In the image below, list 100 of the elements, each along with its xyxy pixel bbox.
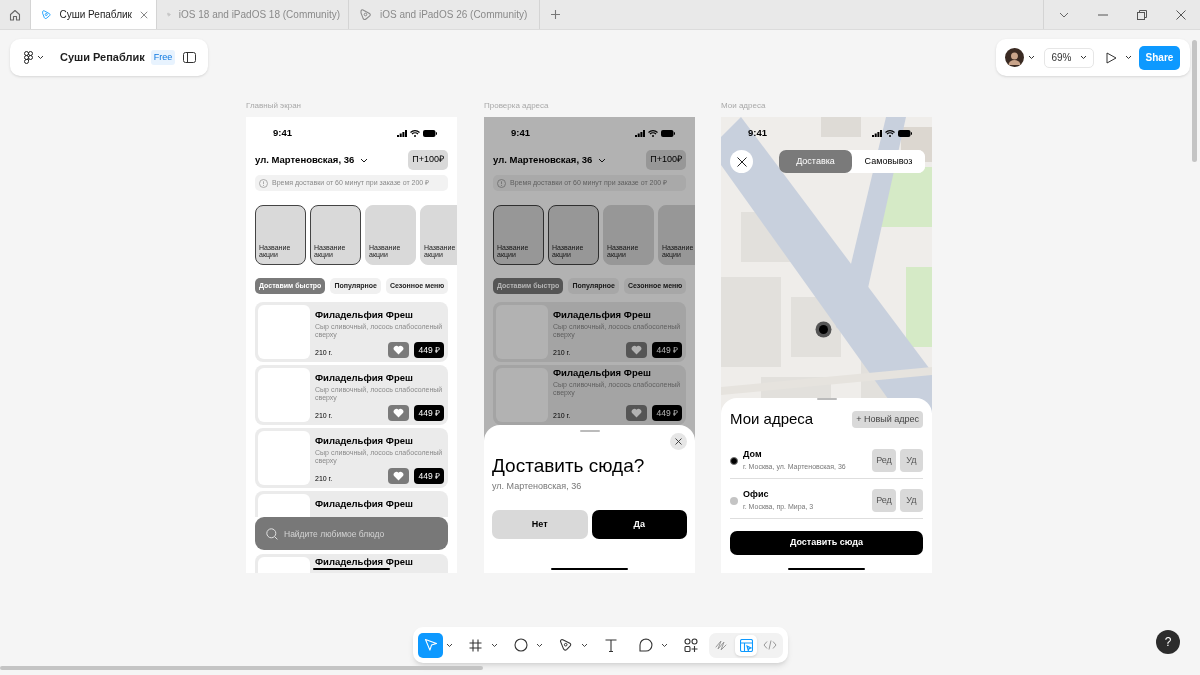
code-icon bbox=[763, 640, 777, 650]
scrollbar[interactable] bbox=[1192, 40, 1197, 162]
chevron-down-icon[interactable] bbox=[1125, 55, 1132, 60]
ellipse-icon bbox=[513, 638, 528, 652]
frame-icon bbox=[469, 638, 482, 652]
plus-icon[interactable] bbox=[549, 9, 561, 20]
chevron-down-icon[interactable] bbox=[491, 642, 498, 648]
sheet-handle[interactable] bbox=[816, 398, 837, 400]
bonus-button[interactable]: П+100₽ bbox=[408, 150, 448, 170]
chevron-down-icon[interactable] bbox=[581, 642, 588, 648]
close-icon[interactable] bbox=[1175, 9, 1186, 20]
new-address-button[interactable]: + Новый адрес bbox=[852, 410, 923, 428]
status-time: 9:41 bbox=[273, 126, 292, 141]
close-icon bbox=[675, 438, 682, 445]
price-button[interactable]: 449 ₽ bbox=[414, 468, 444, 484]
tab-title: iOS 18 and iPadOS 18 (Community) bbox=[178, 8, 340, 22]
product-title: Филадельфия Фреш bbox=[315, 436, 414, 447]
price-button[interactable]: 449 ₽ bbox=[652, 342, 682, 358]
avatar[interactable] bbox=[1005, 48, 1024, 67]
chevron-down-icon[interactable] bbox=[37, 55, 44, 60]
delete-button[interactable]: Уд bbox=[900, 449, 923, 472]
edit-button[interactable]: Ред bbox=[872, 449, 896, 472]
favorite-button[interactable] bbox=[626, 405, 648, 421]
info-icon bbox=[497, 178, 506, 188]
tab-title: iOS and iPadOS 26 (Community) bbox=[380, 8, 529, 22]
radio-button[interactable] bbox=[730, 496, 738, 505]
chevron-down-icon[interactable] bbox=[1079, 55, 1087, 60]
bonus-button[interactable]: П+100₽ bbox=[646, 150, 686, 170]
draw-icon bbox=[715, 639, 729, 651]
image-placeholder bbox=[258, 494, 310, 517]
wifi-icon bbox=[885, 130, 895, 137]
favorite-button[interactable] bbox=[626, 342, 648, 358]
browser-tab[interactable]: Суши Репаблик bbox=[31, 0, 157, 29]
heart-icon bbox=[393, 471, 405, 481]
signal-icon bbox=[635, 130, 645, 137]
address-name: Дом bbox=[743, 448, 763, 460]
favorite-button[interactable] bbox=[388, 342, 410, 358]
address-name: Офис bbox=[743, 488, 770, 500]
heart-icon bbox=[631, 345, 643, 355]
chevron-down-icon[interactable] bbox=[661, 642, 668, 648]
tab-title: Суши Репаблик bbox=[59, 8, 132, 22]
product-title: Филадельфия Фреш bbox=[315, 373, 414, 384]
signal-icon bbox=[872, 130, 882, 137]
close-icon[interactable] bbox=[139, 9, 148, 20]
price-button[interactable]: 449 ₽ bbox=[414, 405, 444, 421]
map-pin-icon bbox=[815, 321, 832, 338]
scrollbar[interactable] bbox=[0, 666, 483, 670]
home-icon[interactable] bbox=[9, 8, 21, 21]
cursor-icon bbox=[423, 638, 438, 652]
restore-icon[interactable] bbox=[1136, 9, 1147, 20]
mode-button[interactable] bbox=[735, 634, 757, 656]
info-icon bbox=[259, 178, 268, 188]
close-button[interactable] bbox=[670, 433, 687, 450]
product-card[interactable]: Филадельфия Фреш bbox=[255, 491, 448, 517]
radio-button[interactable] bbox=[730, 456, 738, 465]
cancel-button[interactable]: Нет bbox=[492, 510, 588, 540]
play-icon[interactable] bbox=[1106, 51, 1117, 64]
comment-icon bbox=[638, 638, 653, 652]
figma-logo-icon[interactable] bbox=[24, 51, 33, 64]
product-title: Филадельфия Фреш bbox=[553, 310, 652, 321]
chevron-down-icon[interactable] bbox=[446, 642, 453, 648]
search-field[interactable]: Найдите любимое блюдо bbox=[255, 517, 448, 550]
layout-icon bbox=[739, 638, 753, 652]
price-button[interactable]: 449 ₽ bbox=[652, 405, 682, 421]
file-title[interactable]: Суши Репаблик bbox=[60, 49, 145, 66]
product-title: Филадельфия Фреш bbox=[315, 557, 414, 568]
sheet-title: Мои адреса bbox=[730, 409, 814, 429]
delete-button[interactable]: Уд bbox=[900, 489, 923, 512]
search-icon bbox=[266, 528, 278, 540]
favorite-button[interactable] bbox=[388, 405, 410, 421]
product-title: Филадельфия Фреш bbox=[315, 499, 414, 510]
product-card[interactable]: Филадельфия Фреш bbox=[255, 554, 448, 573]
sheet-title: Доставить сюда? bbox=[492, 456, 646, 477]
heart-icon bbox=[393, 408, 405, 418]
pen-nib-icon bbox=[359, 8, 372, 21]
sidebar-icon[interactable] bbox=[183, 52, 196, 63]
battery-icon bbox=[661, 130, 675, 137]
favorite-button[interactable] bbox=[388, 468, 410, 484]
status-time: 9:41 bbox=[511, 126, 530, 141]
zoom-dropdown[interactable]: 69% bbox=[1044, 47, 1094, 68]
battery-icon bbox=[423, 130, 437, 137]
chevron-down-icon[interactable] bbox=[1028, 55, 1035, 60]
status-time: 9:41 bbox=[748, 126, 767, 141]
battery-icon bbox=[898, 130, 912, 137]
deliver-here-button[interactable]: Доставить сюда bbox=[730, 530, 923, 555]
signal-icon bbox=[397, 130, 407, 137]
heart-icon bbox=[631, 408, 643, 418]
price-button[interactable]: 449 ₽ bbox=[414, 342, 444, 358]
chevron-down-icon bbox=[598, 157, 607, 163]
product-title: Филадельфия Фреш bbox=[315, 310, 414, 321]
confirm-button[interactable]: Да bbox=[591, 510, 687, 540]
chevron-down-icon[interactable] bbox=[536, 642, 543, 648]
edit-button[interactable]: Ред bbox=[872, 489, 896, 512]
pen-nib-icon bbox=[558, 638, 573, 652]
help-button[interactable]: ? bbox=[1156, 630, 1180, 654]
address-selector[interactable]: ул. Мартеновская, 36 bbox=[255, 152, 369, 168]
sheet-handle[interactable] bbox=[579, 430, 600, 432]
address-selector[interactable]: ул. Мартеновская, 36 bbox=[493, 152, 607, 168]
text-icon bbox=[604, 638, 617, 652]
segment-tab[interactable]: Доставка bbox=[779, 150, 852, 173]
